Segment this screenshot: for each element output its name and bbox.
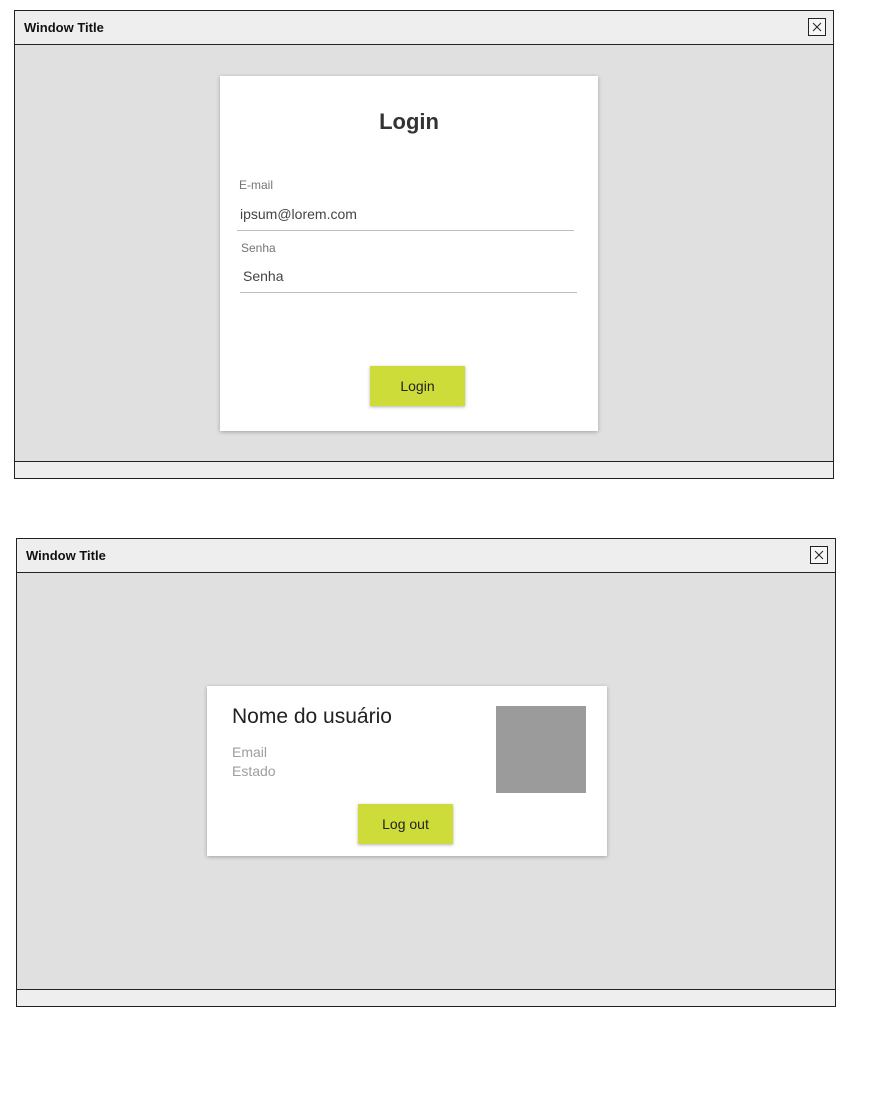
close-icon — [814, 550, 824, 560]
close-button[interactable] — [810, 546, 828, 564]
profile-card: Nome do usuário Email Estado Log out — [207, 686, 607, 856]
profile-window: Window Title Nome do usuário Email Estad… — [16, 538, 836, 1007]
login-heading: Login — [379, 109, 439, 134]
status-bar — [17, 989, 835, 1006]
login-window: Window Title Login E-mail Senha Login — [14, 10, 834, 479]
email-label: E-mail — [239, 178, 274, 192]
login-card: Login E-mail Senha Login — [220, 76, 598, 431]
close-icon — [812, 22, 822, 32]
user-state: Estado — [232, 763, 276, 779]
window-title: Window Title — [24, 20, 104, 35]
window-title: Window Title — [26, 548, 106, 563]
status-bar — [15, 461, 833, 478]
close-button[interactable] — [808, 18, 826, 36]
title-bar[interactable]: Window Title — [17, 539, 835, 573]
logout-button[interactable]: Log out — [358, 804, 453, 844]
password-label: Senha — [241, 241, 276, 255]
user-email: Email — [232, 744, 268, 760]
login-button[interactable]: Login — [370, 366, 465, 406]
avatar — [496, 706, 586, 793]
user-name: Nome do usuário — [232, 705, 392, 728]
email-field[interactable] — [237, 197, 574, 231]
title-bar[interactable]: Window Title — [15, 11, 833, 45]
password-field[interactable] — [240, 259, 577, 293]
